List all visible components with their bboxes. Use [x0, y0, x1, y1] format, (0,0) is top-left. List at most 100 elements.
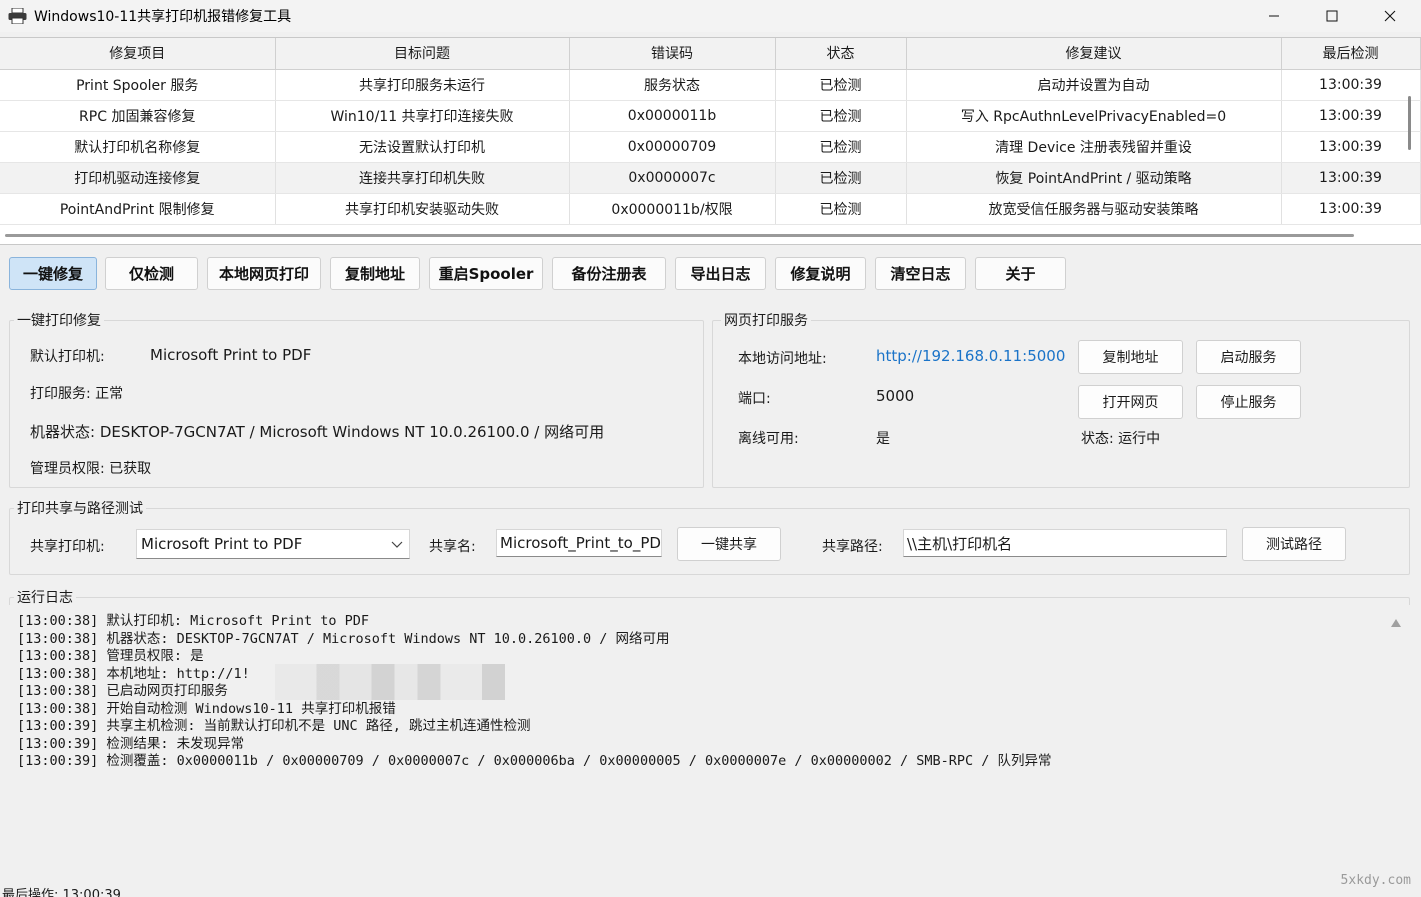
table-row[interactable]: 打印机驱动连接修复 连接共享打印机失败 0x0000007c 已检测 恢复 Po…	[0, 162, 1421, 194]
repair-items-table[interactable]: 修复项目 目标问题 错误码 状态 修复建议 最后检测 Print Spooler…	[0, 37, 1421, 245]
table-header-row: 修复项目 目标问题 错误码 状态 修复建议 最后检测	[0, 38, 1421, 70]
offline-value: 是	[876, 431, 890, 447]
table-cell: 已检测	[775, 100, 907, 132]
local-address-label: 本地访问地址:	[738, 351, 827, 367]
table-cell: 已检测	[775, 162, 907, 194]
table-cell: 共享打印机安装驱动失败	[275, 193, 570, 225]
table-cell: 13:00:39	[1281, 100, 1421, 132]
table-cell: 13:00:39	[1281, 162, 1421, 194]
minimize-button[interactable]	[1245, 0, 1303, 32]
restart-spooler-button[interactable]: 重启Spooler	[429, 257, 543, 290]
print-repair-group-title: 一键打印修复	[14, 310, 104, 330]
table-cell: 放宽受信任服务器与驱动安装策略	[906, 193, 1282, 225]
column-header[interactable]: 目标问题	[275, 38, 570, 70]
table-cell: 无法设置默认打印机	[275, 131, 570, 163]
table-cell: 默认打印机名称修复	[0, 131, 276, 163]
table-cell: 已检测	[775, 69, 907, 101]
table-vertical-scrollbar[interactable]	[1408, 96, 1411, 150]
table-cell: 服务状态	[569, 69, 776, 101]
window-title: Windows10-11共享打印机报错修复工具	[34, 9, 292, 25]
admin-status: 管理员权限: 已获取	[30, 461, 152, 477]
port-label: 端口:	[738, 391, 771, 407]
column-header[interactable]: 修复建议	[906, 38, 1282, 70]
log-line: [13:00:38] 开始自动检测 Windows10-11 共享打印机报错	[17, 700, 396, 717]
share-name-input[interactable]: Microsoft_Print_to_PDF	[496, 529, 662, 557]
scroll-up-arrow-icon[interactable]	[1391, 619, 1401, 627]
column-header[interactable]: 最后检测	[1281, 38, 1421, 70]
offline-label: 离线可用:	[738, 431, 799, 447]
run-log-textarea[interactable]: [13:00:38] 默认打印机: Microsoft Print to PDF…	[9, 605, 1410, 881]
table-cell: 已检测	[775, 131, 907, 163]
one-click-share-button[interactable]: 一键共享	[677, 527, 781, 561]
share-path-label: 共享路径:	[822, 539, 883, 555]
table-cell: 恢复 PointAndPrint / 驱动策略	[906, 162, 1282, 194]
open-webpage-button[interactable]: 打开网页	[1078, 385, 1183, 419]
port-value: 5000	[876, 387, 915, 405]
table-cell: 已检测	[775, 193, 907, 225]
close-button[interactable]	[1361, 0, 1419, 32]
run-log-group-title: 运行日志	[14, 587, 76, 607]
copy-address-service-button[interactable]: 复制地址	[1078, 340, 1183, 374]
redacted-address-blur	[275, 664, 505, 700]
backup-registry-button[interactable]: 备份注册表	[552, 257, 666, 290]
web-print-group-title: 网页打印服务	[721, 310, 811, 330]
table-cell: 13:00:39	[1281, 69, 1421, 101]
status-bar-text: 最后操作: 13:00:39	[2, 888, 121, 897]
close-icon	[1384, 10, 1396, 22]
title-bar: Windows10-11共享打印机报错修复工具	[0, 0, 1421, 32]
table-cell: 清理 Device 注册表残留并重设	[906, 131, 1282, 163]
table-row[interactable]: Print Spooler 服务 共享打印服务未运行 服务状态 已检测 启动并设…	[0, 69, 1421, 101]
one-click-repair-button[interactable]: 一键修复	[9, 257, 97, 290]
share-printer-label: 共享打印机:	[30, 539, 105, 555]
maximize-icon	[1326, 10, 1338, 22]
minimize-icon	[1269, 15, 1279, 17]
table-cell: 0x0000011b/权限	[569, 193, 776, 225]
log-line: [13:00:38] 已启动网页打印服务	[17, 683, 228, 699]
about-button[interactable]: 关于	[975, 257, 1066, 290]
table-cell: 0x0000011b	[569, 100, 776, 132]
test-path-button[interactable]: 测试路径	[1242, 527, 1346, 561]
maximize-button[interactable]	[1303, 0, 1361, 32]
table-cell: 0x00000709	[569, 131, 776, 163]
table-cell: 启动并设置为自动	[906, 69, 1282, 101]
share-name-label: 共享名:	[429, 539, 476, 555]
share-test-group-title: 打印共享与路径测试	[14, 498, 146, 518]
table-cell: 打印机驱动连接修复	[0, 162, 276, 194]
local-web-print-button[interactable]: 本地网页打印	[207, 257, 321, 290]
log-line: [13:00:38] 机器状态: DESKTOP-7GCN7AT / Micro…	[17, 630, 670, 647]
clear-log-button[interactable]: 清空日志	[875, 257, 966, 290]
share-printer-dropdown[interactable]: Microsoft Print to PDF	[136, 529, 410, 559]
table-horizontal-scrollbar[interactable]	[5, 234, 1354, 237]
machine-status: 机器状态: DESKTOP-7GCN7AT / Microsoft Window…	[30, 423, 605, 441]
table-row[interactable]: PointAndPrint 限制修复 共享打印机安装驱动失败 0x0000011…	[0, 193, 1421, 225]
log-line: [13:00:39] 共享主机检测: 当前默认打印机不是 UNC 路径, 跳过主…	[17, 718, 531, 734]
chevron-down-icon	[391, 541, 403, 548]
copy-address-button[interactable]: 复制地址	[330, 257, 420, 290]
detect-only-button[interactable]: 仅检测	[105, 257, 198, 290]
table-row[interactable]: RPC 加固兼容修复 Win10/11 共享打印连接失败 0x0000011b …	[0, 100, 1421, 132]
column-header[interactable]: 错误码	[569, 38, 776, 70]
share-path-input[interactable]: \\主机\打印机名	[903, 529, 1227, 557]
log-line: [13:00:38] 默认打印机: Microsoft Print to PDF	[17, 613, 369, 629]
default-printer-label: 默认打印机:	[30, 349, 105, 365]
default-printer-value: Microsoft Print to PDF	[150, 346, 312, 364]
log-line: [13:00:39] 检测结果: 未发现异常	[17, 735, 245, 752]
log-line: [13:00:38] 本机地址: http://1!	[17, 665, 250, 682]
print-service-status: 打印服务: 正常	[30, 386, 124, 402]
table-cell: 共享打印服务未运行	[275, 69, 570, 101]
watermark: 5xkdy.com	[1340, 873, 1411, 888]
log-line: [13:00:39] 检测覆盖: 0x0000011b / 0x00000709…	[17, 753, 1052, 769]
column-header[interactable]: 修复项目	[0, 38, 276, 70]
stop-service-button[interactable]: 停止服务	[1196, 385, 1301, 419]
table-row[interactable]: 默认打印机名称修复 无法设置默认打印机 0x00000709 已检测 清理 De…	[0, 131, 1421, 163]
log-line: [13:00:38] 管理员权限: 是	[17, 648, 204, 664]
table-cell: 13:00:39	[1281, 193, 1421, 225]
repair-notes-button[interactable]: 修复说明	[775, 257, 866, 290]
export-log-button[interactable]: 导出日志	[675, 257, 766, 290]
start-service-button[interactable]: 启动服务	[1196, 340, 1301, 374]
column-header[interactable]: 状态	[775, 38, 907, 70]
table-cell: 0x0000007c	[569, 162, 776, 194]
table-cell: 写入 RpcAuthnLevelPrivacyEnabled=0	[906, 100, 1282, 132]
local-address-link[interactable]: http://192.168.0.11:5000	[876, 347, 1065, 365]
table-cell: RPC 加固兼容修复	[0, 100, 276, 132]
